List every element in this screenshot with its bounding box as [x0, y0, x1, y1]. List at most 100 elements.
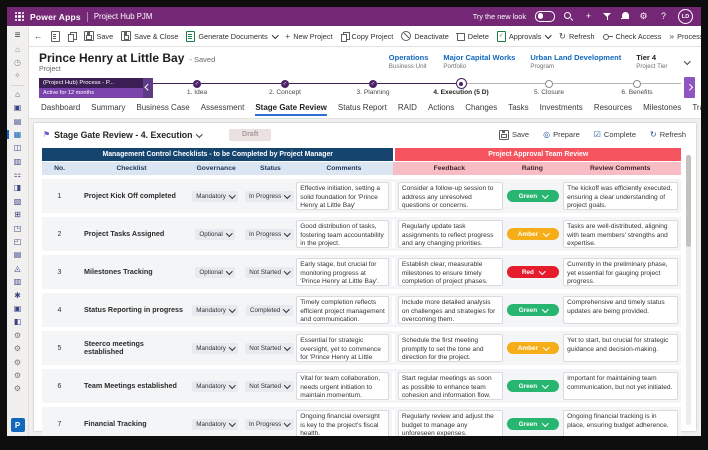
- sidebar-item-tables[interactable]: ⊞: [7, 208, 28, 221]
- rating-dropdown[interactable]: Green: [507, 190, 559, 202]
- tab-tasks[interactable]: Tasks: [508, 100, 528, 116]
- sidebar-item-briefcase[interactable]: ▤: [7, 248, 28, 261]
- sidebar-item-home[interactable]: ⌂: [7, 42, 28, 55]
- status-dropdown[interactable]: Completed: [246, 305, 293, 316]
- sidebar-item-menu[interactable]: ≡: [7, 29, 28, 42]
- review-comments-textarea[interactable]: Tasks are well-distributed, aligning wit…: [563, 220, 678, 248]
- sidebar-item-settings-2[interactable]: ⚙: [7, 342, 28, 355]
- tab-status-report[interactable]: Status Report: [338, 100, 387, 116]
- feedback-textarea[interactable]: Include more detailed analysis on challe…: [398, 296, 503, 324]
- search-icon[interactable]: [564, 12, 574, 22]
- tab-milestones[interactable]: Milestones: [643, 100, 681, 116]
- bpf-stage-2[interactable]: ✓2. Concept: [241, 78, 329, 97]
- complete-button[interactable]: ☑Complete: [594, 130, 636, 139]
- sidebar-item-media[interactable]: ◧: [7, 315, 28, 328]
- bpf-stage-1[interactable]: ✓1. Idea: [153, 78, 241, 97]
- sidebar-item-settings-3[interactable]: ⚙: [7, 355, 28, 368]
- quick-create-icon[interactable]: +: [583, 12, 594, 21]
- status-dropdown[interactable]: Not Started: [245, 267, 293, 278]
- chevron-down-icon[interactable]: [196, 131, 202, 137]
- command-save[interactable]: Save: [84, 31, 114, 41]
- tab-raid[interactable]: RAID: [398, 100, 417, 116]
- sidebar-item-portfolio[interactable]: ▣: [7, 101, 28, 114]
- command-generate-documents[interactable]: Generate Documents: [186, 31, 277, 42]
- new-look-toggle[interactable]: [535, 11, 555, 22]
- sidebar-item-settings-1[interactable]: ⚙: [7, 329, 28, 342]
- gear-icon[interactable]: ⚙: [638, 12, 649, 21]
- rating-dropdown[interactable]: Red: [507, 266, 559, 278]
- comments-textarea[interactable]: Early stage, but crucial for monitoring …: [296, 258, 389, 286]
- command-copy-project[interactable]: Copy Project: [341, 32, 394, 41]
- table-scrollbar[interactable]: [686, 155, 691, 425]
- bpf-stage-6[interactable]: 6. Benefits: [593, 78, 681, 97]
- tab-assessment[interactable]: Assessment: [201, 100, 245, 116]
- review-comments-textarea[interactable]: Ongoing financial tracking is in place, …: [563, 410, 678, 436]
- waffle-menu-icon[interactable]: [15, 12, 24, 21]
- sidebar-item-calendar[interactable]: ▥: [7, 155, 28, 168]
- bpf-stage-5[interactable]: 5. Closure: [505, 78, 593, 97]
- rating-dropdown[interactable]: Amber: [507, 228, 559, 240]
- review-comments-textarea[interactable]: Yet to start, but crucial for strategic …: [563, 334, 678, 362]
- sidebar-item-settings-5[interactable]: ⚙: [7, 382, 28, 395]
- tab-actions[interactable]: Actions: [428, 100, 454, 116]
- sidebar-item-recent[interactable]: ◷: [7, 56, 28, 69]
- tab-stage-gate-review[interactable]: Stage Gate Review: [255, 100, 327, 116]
- filter-icon[interactable]: [603, 13, 612, 21]
- tab-transactions[interactable]: Transactions: [692, 100, 701, 116]
- review-comments-textarea[interactable]: Important for maintaining team communica…: [563, 372, 678, 400]
- app-badge[interactable]: P: [11, 418, 25, 432]
- rating-dropdown[interactable]: Green: [507, 304, 559, 316]
- governance-dropdown[interactable]: Mandatory: [192, 381, 238, 392]
- rating-dropdown[interactable]: Green: [507, 418, 559, 430]
- chevron-down-icon[interactable]: [684, 58, 690, 64]
- feedback-textarea[interactable]: Start regular meetings as soon as possib…: [398, 372, 503, 400]
- status-dropdown[interactable]: Not Started: [245, 381, 293, 392]
- record-form-button[interactable]: [51, 31, 60, 42]
- sidebar-item-settings-4[interactable]: ⚙: [7, 369, 28, 382]
- comments-textarea[interactable]: Vital for team collaboration, needs urge…: [296, 372, 389, 400]
- comments-textarea[interactable]: Effective initiation, setting a solid fo…: [296, 182, 389, 210]
- review-comments-textarea[interactable]: The kickoff was efficiently executed, en…: [563, 182, 678, 210]
- bpf-stage-3[interactable]: ✓3. Planning: [329, 78, 417, 97]
- command-delete[interactable]: Delete: [457, 32, 489, 41]
- sidebar-item-boards[interactable]: ▤: [7, 114, 28, 127]
- feedback-textarea[interactable]: Regularly review and adjust the budget t…: [398, 410, 503, 436]
- header-field-business-unit[interactable]: OperationsBusiness Unit: [389, 53, 429, 70]
- sidebar-item-folders[interactable]: ▧: [7, 195, 28, 208]
- header-field-portfolio[interactable]: Major Capital WorksPortfolio: [443, 53, 515, 70]
- command-deactivate[interactable]: Deactivate: [401, 31, 448, 41]
- sidebar-item-pinned[interactable]: ✧: [7, 69, 28, 82]
- sidebar-item-charts[interactable]: ◳: [7, 221, 28, 234]
- sidebar-item-documents[interactable]: ▥: [7, 275, 28, 288]
- open-record-button[interactable]: [68, 32, 76, 41]
- help-icon[interactable]: ?: [658, 12, 669, 21]
- tab-dashboard[interactable]: Dashboard: [41, 100, 80, 116]
- governance-dropdown[interactable]: Mandatory: [192, 419, 238, 430]
- comments-textarea[interactable]: Ongoing financial oversight is key to th…: [296, 410, 389, 436]
- comments-textarea[interactable]: Timely completion reflects efficient pro…: [296, 296, 389, 324]
- command-save-close[interactable]: Save & Close: [121, 31, 178, 41]
- governance-dropdown[interactable]: Optional: [195, 267, 235, 278]
- command-check-access[interactable]: Check Access: [603, 32, 662, 41]
- comments-textarea[interactable]: Essential for strategic oversight, yet t…: [296, 334, 389, 362]
- sidebar-item-stage-gates[interactable]: ▦: [7, 128, 28, 141]
- status-dropdown[interactable]: Not Started: [245, 343, 293, 354]
- back-button[interactable]: ←: [34, 32, 43, 41]
- sidebar-item-people[interactable]: ◫: [7, 141, 28, 154]
- feedback-textarea[interactable]: Schedule the first meeting promptly to s…: [398, 334, 503, 362]
- feedback-textarea[interactable]: Regularly update task assignments to ref…: [398, 220, 503, 248]
- bpf-stage-4[interactable]: 4. Execution (5 D): [417, 78, 505, 97]
- review-comments-textarea[interactable]: Comprehensive and timely status updates …: [563, 296, 678, 324]
- governance-dropdown[interactable]: Mandatory: [192, 191, 238, 202]
- command-process[interactable]: »Process: [669, 32, 701, 41]
- status-dropdown[interactable]: In Progress: [245, 419, 294, 430]
- process-chip[interactable]: (Project Hub) Process - P... Active for …: [39, 78, 143, 98]
- governance-dropdown[interactable]: Mandatory: [192, 305, 238, 316]
- notifications-icon[interactable]: [621, 12, 629, 21]
- tab-investments[interactable]: Investments: [540, 100, 583, 116]
- scrollbar-thumb[interactable]: [686, 155, 691, 247]
- feedback-textarea[interactable]: Establish clear, measurable milestones t…: [398, 258, 503, 286]
- sidebar-item-insights[interactable]: ✱: [7, 288, 28, 301]
- feedback-textarea[interactable]: Consider a follow-up session to address …: [398, 182, 503, 210]
- refresh-button[interactable]: ↻Refresh: [650, 130, 686, 139]
